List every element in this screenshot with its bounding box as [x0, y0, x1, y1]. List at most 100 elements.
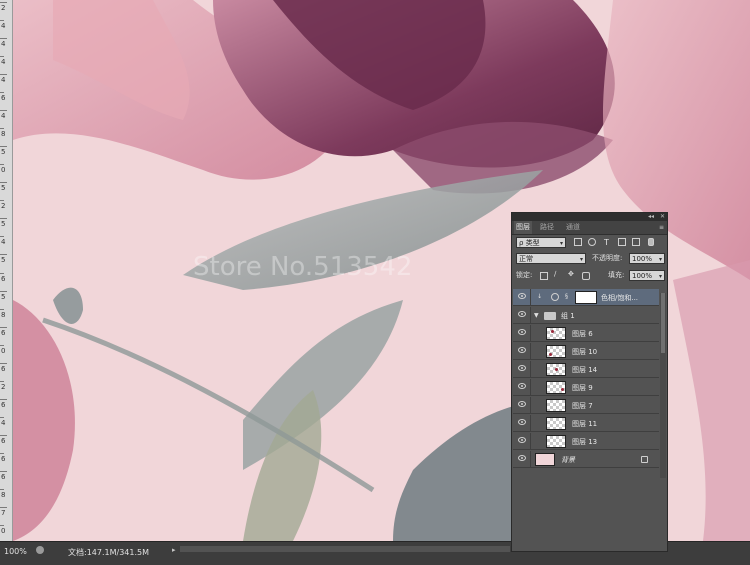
- layer-row[interactable]: 图层 6: [513, 325, 659, 342]
- zoom-level[interactable]: 100%: [4, 547, 27, 556]
- opacity-label: 不透明度:: [592, 254, 623, 262]
- status-menu-arrow[interactable]: ▸: [172, 546, 176, 554]
- lock-move-icon[interactable]: ✥: [568, 269, 574, 280]
- thumbnail-mark: [549, 353, 552, 356]
- lock-all-icon[interactable]: [582, 272, 590, 280]
- ruler-label: 6: [1, 436, 6, 445]
- layer-name[interactable]: 图层 14: [572, 365, 597, 375]
- tab-paths[interactable]: 路径: [540, 221, 554, 234]
- tab-layers[interactable]: 图层: [514, 221, 532, 234]
- type-filter-icon[interactable]: T: [604, 237, 609, 248]
- thumbnail-mark: [555, 368, 558, 371]
- ruler-label: 6: [1, 328, 6, 337]
- panel-title-bar[interactable]: ◂◂ ✕: [512, 213, 667, 221]
- ruler-tick: [0, 110, 7, 112]
- visibility-eye-icon[interactable]: [518, 293, 526, 299]
- ruler-tick: [0, 200, 4, 202]
- opacity-input[interactable]: 100% ▾: [629, 253, 665, 264]
- ruler-tick: [0, 416, 4, 418]
- layer-thumbnail[interactable]: [546, 345, 566, 358]
- layer-row[interactable]: 图层 13: [513, 433, 659, 450]
- visibility-eye-icon[interactable]: [518, 401, 526, 407]
- ruler-label: 5: [1, 292, 6, 301]
- layers-scrollbar[interactable]: [660, 293, 666, 478]
- layer-name[interactable]: 背景: [561, 455, 575, 465]
- clip-arrow-icon: ↓: [537, 293, 543, 300]
- background-thumbnail: [535, 453, 555, 466]
- layer-thumbnail[interactable]: [546, 417, 566, 430]
- layer-thumbnail[interactable]: [546, 435, 566, 448]
- ruler-label: 2: [1, 202, 6, 211]
- layer-row-background[interactable]: 背景: [513, 451, 659, 468]
- layer-row[interactable]: 图层 7: [513, 397, 659, 414]
- ruler-tick: [0, 38, 7, 40]
- adjustment-filter-icon[interactable]: [588, 238, 596, 246]
- pixel-filter-icon[interactable]: [574, 238, 582, 246]
- ruler-label: 0: [1, 166, 6, 175]
- ruler-tick: [0, 344, 4, 346]
- shape-filter-icon[interactable]: [618, 238, 626, 246]
- expand-triangle-icon[interactable]: ▼: [534, 310, 539, 321]
- ruler-tick: [0, 236, 4, 238]
- document-info: 文档:147.1M/341.5M: [68, 548, 149, 557]
- ruler-label: 0: [1, 346, 6, 355]
- layer-name[interactable]: 图层 6: [572, 329, 593, 339]
- blend-mode-dropdown[interactable]: 正常 ▾: [516, 253, 586, 264]
- panel-menu-icon[interactable]: ≡: [659, 224, 664, 231]
- ruler-label: 2: [1, 4, 6, 12]
- visibility-eye-icon[interactable]: [518, 347, 526, 353]
- smart-object-filter-icon[interactable]: [632, 238, 640, 246]
- ruler-label: 4: [1, 112, 6, 121]
- layer-row[interactable]: 图层 14: [513, 361, 659, 378]
- fill-input[interactable]: 100% ▾: [629, 270, 665, 281]
- layer-name[interactable]: 图层 7: [572, 401, 593, 411]
- layer-thumbnail[interactable]: [546, 399, 566, 412]
- layer-name[interactable]: 图层 10: [572, 347, 597, 357]
- adjustment-icon: [551, 293, 559, 301]
- layer-thumbnail[interactable]: [546, 381, 566, 394]
- ruler-tick: [0, 20, 4, 22]
- ruler-tick: [0, 290, 7, 292]
- visibility-eye-icon[interactable]: [518, 311, 526, 317]
- layer-row-hue-saturation[interactable]: ↓ § 色相/饱和...: [513, 289, 659, 306]
- chain-link-icon[interactable]: §: [565, 291, 568, 302]
- ruler-tick: [0, 128, 4, 130]
- layer-mask-thumbnail[interactable]: [575, 291, 597, 304]
- layer-name[interactable]: 色相/饱和...: [601, 293, 638, 303]
- layer-thumbnail[interactable]: [546, 327, 566, 340]
- layer-name[interactable]: 图层 13: [572, 437, 597, 447]
- lock-transparent-icon[interactable]: [540, 272, 548, 280]
- ruler-label: 8: [1, 310, 6, 319]
- visibility-eye-icon[interactable]: [518, 365, 526, 371]
- search-icon: ρ: [519, 239, 524, 247]
- layer-row-group[interactable]: ▼ 组 1: [513, 307, 659, 324]
- group-name[interactable]: 组 1: [561, 311, 575, 321]
- visibility-eye-icon[interactable]: [518, 437, 526, 443]
- tab-channels[interactable]: 通道: [566, 221, 580, 234]
- vertical-ruler[interactable]: 2 4 4 4 4 6 4 8 5 0 5 2 5 4 5 6 5 8 6 0 6 2 6 4 6 6 6 8 7 0: [0, 0, 13, 541]
- chevron-down-icon: ▾: [658, 256, 662, 263]
- lock-paint-icon[interactable]: ∕: [554, 269, 556, 280]
- visibility-eye-icon[interactable]: [518, 419, 526, 425]
- layer-row[interactable]: 图层 11: [513, 415, 659, 432]
- ruler-tick: [0, 146, 7, 148]
- visibility-eye-icon[interactable]: [518, 329, 526, 335]
- visibility-eye-icon[interactable]: [518, 455, 526, 461]
- layer-row[interactable]: 图层 9: [513, 379, 659, 396]
- filter-type-dropdown[interactable]: ρ 类型 ▾: [516, 237, 566, 248]
- fill-label: 填充:: [608, 271, 625, 279]
- layer-row[interactable]: 图层 10: [513, 343, 659, 360]
- collapse-icon[interactable]: ◂◂: [648, 213, 654, 221]
- document-info-icon[interactable]: [36, 546, 44, 554]
- layer-thumbnail[interactable]: [546, 363, 566, 376]
- chevron-down-icon: ▾: [559, 240, 563, 247]
- close-icon[interactable]: ✕: [660, 213, 665, 221]
- filter-toggle-icon[interactable]: [648, 238, 654, 246]
- visibility-eye-icon[interactable]: [518, 383, 526, 389]
- ruler-tick: [0, 434, 7, 436]
- layer-name[interactable]: 图层 9: [572, 383, 593, 393]
- layer-name[interactable]: 图层 11: [572, 419, 597, 429]
- chevron-down-icon: ▾: [658, 273, 662, 280]
- ruler-label: 2: [1, 382, 6, 391]
- horizontal-scrollbar[interactable]: [180, 546, 510, 552]
